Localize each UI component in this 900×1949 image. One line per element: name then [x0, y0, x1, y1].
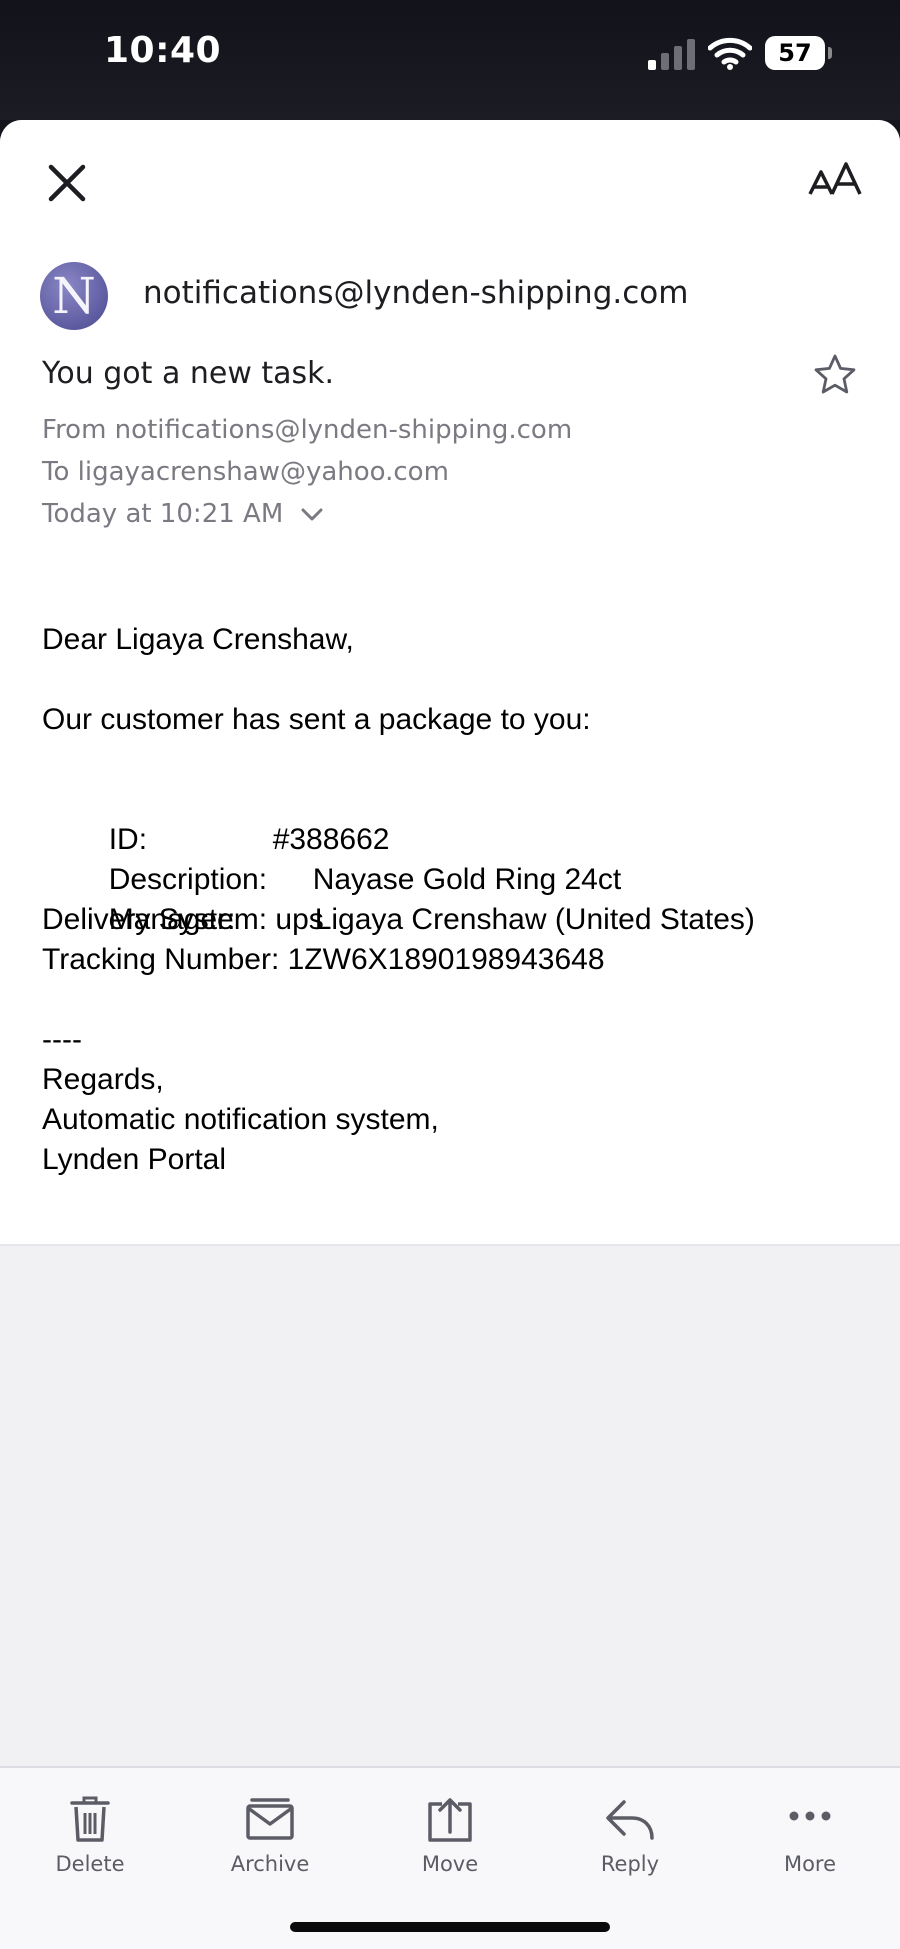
sender-address[interactable]: notifications@lynden-shipping.com	[143, 275, 688, 311]
battery-icon: 57	[765, 36, 833, 70]
date-details-toggle[interactable]: Today at 10:21 AM	[42, 499, 324, 529]
field-description-value: Nayase Gold Ring 24ct	[312, 863, 622, 896]
to-line: To ligayacrenshaw@yahoo.com	[42, 457, 449, 487]
move-label: Move	[421, 1852, 479, 1876]
field-id: ID: #388662	[42, 780, 862, 856]
status-bar: 10:40 57	[0, 0, 900, 120]
archive-label: Archive	[230, 1852, 310, 1876]
message-subject: You got a new task.	[42, 356, 335, 391]
archive-button[interactable]: Archive	[195, 1786, 345, 1896]
reply-label: Reply	[600, 1852, 660, 1876]
star-icon[interactable]	[812, 352, 858, 398]
delete-button[interactable]: Delete	[15, 1786, 165, 1896]
archive-icon	[246, 1798, 294, 1840]
body-signature-system: Automatic notification system,	[42, 1103, 439, 1136]
body-signature-portal: Lynden Portal	[42, 1143, 227, 1176]
home-indicator[interactable]	[290, 1922, 610, 1932]
delete-label: Delete	[55, 1852, 125, 1876]
wifi-icon	[708, 37, 752, 70]
message-card: N notifications@lynden-shipping.com You …	[0, 120, 900, 1246]
reply-icon	[606, 1800, 654, 1840]
body-regards: Regards,	[42, 1063, 164, 1096]
battery-level: 57	[778, 39, 812, 67]
move-icon	[428, 1798, 472, 1842]
text-size-icon[interactable]	[806, 156, 866, 210]
more-label: More	[783, 1852, 837, 1876]
message-sheet: N notifications@lynden-shipping.com You …	[0, 120, 900, 1947]
chevron-down-icon	[301, 508, 323, 520]
close-icon[interactable]	[40, 156, 94, 210]
from-line: From notifications@lynden-shipping.com	[42, 415, 573, 445]
body-separator: ----	[42, 1023, 82, 1056]
field-id-label: ID:	[108, 823, 148, 856]
body-greeting: Dear Ligaya Crenshaw,	[42, 623, 354, 656]
field-id-value: #388662	[272, 823, 390, 856]
date-line: Today at 10:21 AM	[42, 499, 284, 529]
reply-button[interactable]: Reply	[555, 1786, 705, 1896]
cellular-signal-icon	[648, 39, 695, 70]
status-time: 10:40	[104, 30, 222, 71]
field-tracking-number: Tracking Number: 1ZW6X1890198943648	[42, 943, 605, 976]
move-button[interactable]: Move	[375, 1786, 525, 1896]
avatar: N	[40, 262, 108, 330]
more-icon	[789, 1811, 831, 1821]
field-description-label: Description:	[108, 863, 268, 896]
email-body: Dear Ligaya Crenshaw, Our customer has s…	[42, 620, 862, 1180]
field-manager-value: Ligaya Crenshaw (United States)	[314, 903, 755, 936]
body-intro: Our customer has sent a package to you:	[42, 703, 591, 736]
trash-icon	[70, 1796, 110, 1842]
more-button[interactable]: More	[735, 1786, 885, 1896]
